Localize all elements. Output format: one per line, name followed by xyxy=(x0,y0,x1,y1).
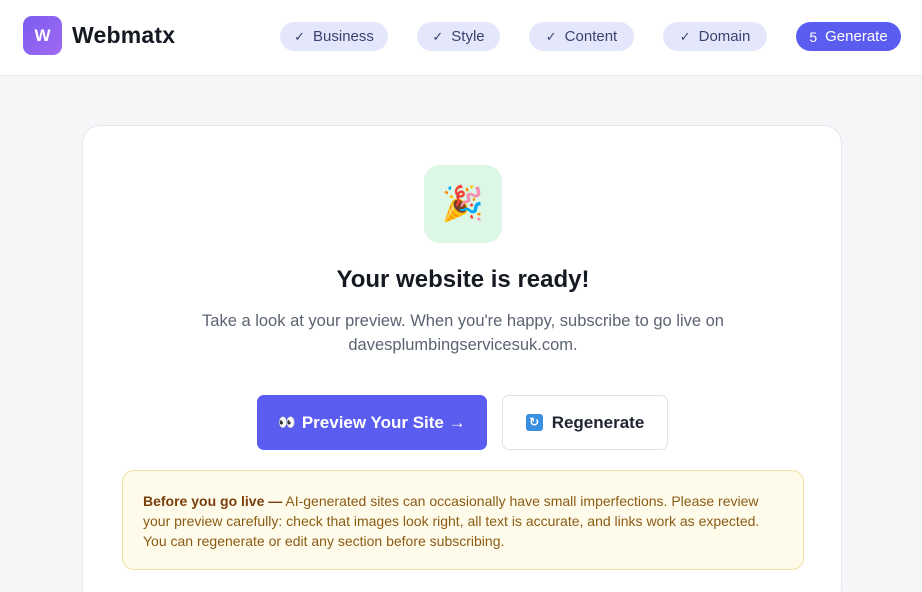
warning-notice: Before you go live — AI-generated sites … xyxy=(122,470,804,570)
step-domain[interactable]: ✓ Domain xyxy=(663,22,767,51)
preview-button-label: Preview Your Site → xyxy=(301,412,466,432)
step-label: Content xyxy=(564,28,618,45)
preview-site-button[interactable]: 👀 Preview Your Site → xyxy=(257,395,487,450)
refresh-icon: ↻ xyxy=(525,414,543,431)
top-bar: W Webmatx ✓ Business ✓ Style ✓ Content ✓… xyxy=(0,0,922,76)
party-popper-glyph: 🎉 xyxy=(441,185,485,223)
step-content[interactable]: ✓ Content xyxy=(529,22,634,51)
result-card: 🎉 Your website is ready! Take a look at … xyxy=(82,125,842,592)
step-label: Business xyxy=(313,28,374,45)
step-generate[interactable]: 5 Generate xyxy=(796,22,901,51)
check-icon: ✓ xyxy=(679,28,691,44)
eyes-icon: 👀 xyxy=(278,414,295,430)
regenerate-button-label: Regenerate xyxy=(551,412,645,432)
step-label: Style xyxy=(451,28,485,45)
party-popper-icon: 🎉 xyxy=(424,165,502,243)
logo-letter: W xyxy=(34,25,51,45)
step-style[interactable]: ✓ Style xyxy=(417,22,500,51)
check-icon: ✓ xyxy=(294,28,306,44)
page-subtitle: Take a look at your preview. When you're… xyxy=(202,312,724,354)
step-label: Generate xyxy=(825,28,888,45)
page-title: Your website is ready! xyxy=(336,266,590,293)
check-icon: ✓ xyxy=(545,28,557,44)
brand-name[interactable]: Webmatx xyxy=(72,22,175,49)
step-label: Domain xyxy=(698,28,751,45)
check-icon: ✓ xyxy=(432,28,444,44)
step-business[interactable]: ✓ Business xyxy=(280,22,388,51)
step-number: 5 xyxy=(809,28,818,45)
regenerate-button[interactable]: ↻ Regenerate xyxy=(502,395,668,450)
notice-heading: Before you go live — xyxy=(143,493,283,509)
logo[interactable]: W xyxy=(23,16,62,55)
